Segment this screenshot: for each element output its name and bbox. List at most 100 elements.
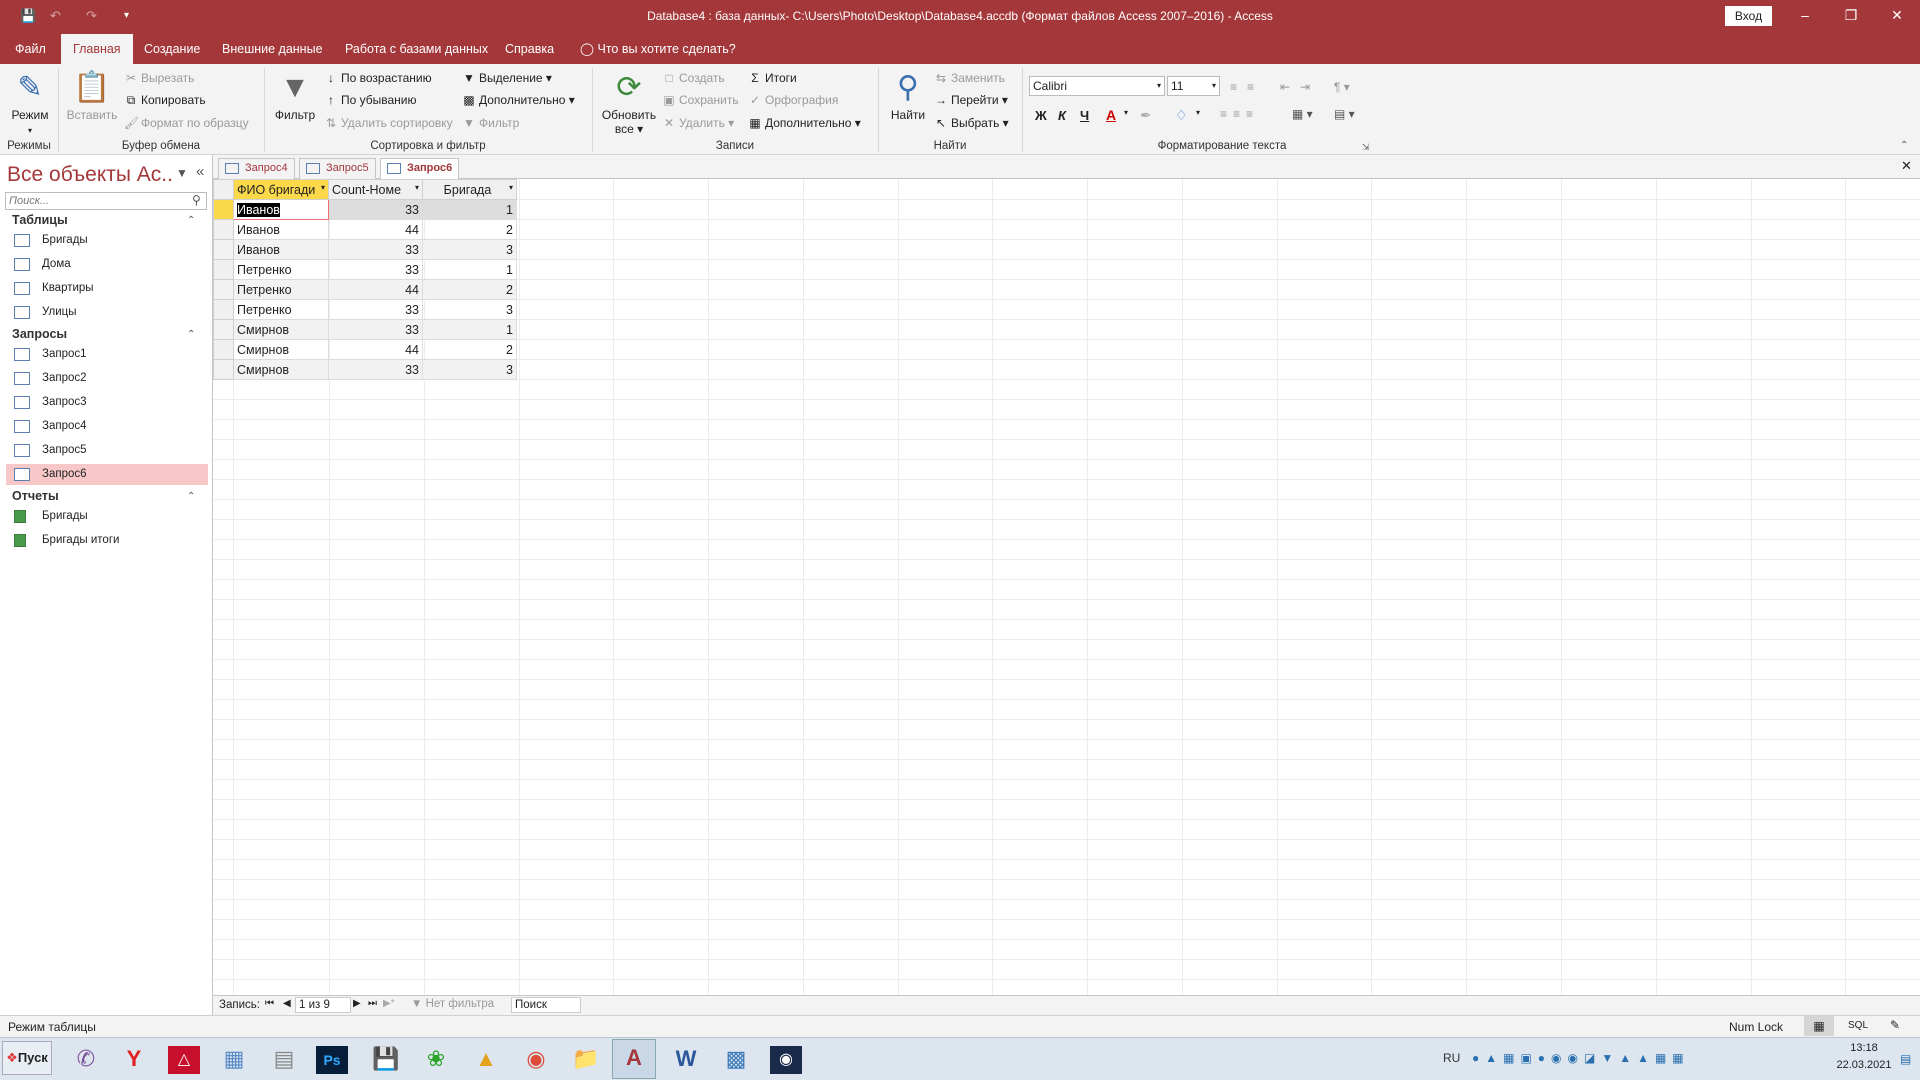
- sort-ascending-button[interactable]: ↓ По возрастанию: [324, 71, 432, 85]
- table-cell[interactable]: Смирнов: [233, 319, 329, 340]
- nav-item-table[interactable]: Бригады: [6, 230, 208, 251]
- save-record-button[interactable]: ▣ Сохранить: [662, 93, 738, 107]
- image-viewer-icon[interactable]: ▩: [714, 1041, 758, 1077]
- record-selector[interactable]: [213, 219, 234, 240]
- collapse-icon[interactable]: ⌃: [187, 329, 195, 340]
- goto-button[interactable]: → Перейти ▾: [934, 93, 1008, 107]
- more-records-button[interactable]: ▦ Дополнительно ▾: [748, 116, 860, 130]
- table-cell[interactable]: 2: [422, 279, 517, 300]
- font-color-icon[interactable]: A: [1106, 107, 1116, 123]
- nav-dropdown-icon[interactable]: ▼: [176, 166, 188, 180]
- paragraph-direction-icon[interactable]: ¶ ▾: [1334, 80, 1350, 94]
- table-cell[interactable]: 33: [328, 259, 423, 280]
- design-view-icon[interactable]: ✎: [1890, 1018, 1900, 1032]
- chevron-down-icon[interactable]: ▾: [509, 183, 513, 192]
- fill-color-icon[interactable]: ♢: [1175, 107, 1188, 124]
- record-selector[interactable]: [213, 279, 234, 300]
- section-reports[interactable]: Отчеты: [12, 489, 59, 503]
- close-document-icon[interactable]: ✕: [1901, 158, 1912, 174]
- collapse-ribbon-icon[interactable]: ⌃: [1900, 140, 1908, 151]
- sql-view-button[interactable]: SQL: [1848, 1020, 1868, 1031]
- table-cell[interactable]: 33: [328, 319, 423, 340]
- clock-date[interactable]: 22.03.2021: [1832, 1059, 1896, 1071]
- doc-tab-query6[interactable]: Запрос6: [380, 158, 460, 179]
- new-record-nav-icon[interactable]: ▶*: [383, 998, 395, 1009]
- column-header[interactable]: Бригада ▾: [422, 179, 517, 200]
- delete-record-button[interactable]: ✕ Удалить ▾: [662, 116, 734, 130]
- tab-database-tools[interactable]: Работа с базами данных: [333, 34, 500, 64]
- triangle-app-icon[interactable]: ▲: [464, 1041, 508, 1077]
- new-record-button[interactable]: □ Создать: [662, 71, 724, 85]
- dialog-launcher-icon[interactable]: ⇲: [1362, 142, 1370, 153]
- doc-tab-query4[interactable]: Запрос4: [218, 158, 295, 179]
- minimize-button[interactable]: –: [1782, 0, 1828, 32]
- table-cell[interactable]: Иванов: [233, 239, 329, 260]
- clock-time[interactable]: 13:18: [1842, 1042, 1886, 1054]
- language-indicator[interactable]: RU: [1443, 1051, 1460, 1065]
- table-cell[interactable]: 3: [422, 239, 517, 260]
- nav-item-query[interactable]: Запрос5: [6, 440, 208, 461]
- nav-item-report[interactable]: Бригады итоги: [6, 530, 208, 551]
- previous-record-icon[interactable]: ◀: [283, 998, 291, 1009]
- table-cell[interactable]: 33: [328, 199, 423, 220]
- refresh-all-button[interactable]: ⟳ Обновить все ▾: [598, 68, 660, 136]
- list-buttons[interactable]: ≡≡: [1230, 80, 1264, 94]
- start-button[interactable]: ❖Пуск: [2, 1041, 52, 1075]
- table-row[interactable]: Иванов 44 2: [213, 219, 517, 240]
- format-painter-button[interactable]: 🖌 Формат по образцу: [124, 116, 249, 130]
- chevron-down-icon[interactable]: ▾: [415, 183, 419, 192]
- nav-item-table[interactable]: Дома: [6, 254, 208, 275]
- table-cell[interactable]: 2: [422, 339, 517, 360]
- spelling-button[interactable]: ✓ Орфография: [748, 93, 838, 107]
- gridlines-icon[interactable]: ▦ ▾: [1292, 107, 1313, 121]
- record-selector[interactable]: [213, 339, 234, 360]
- table-cell[interactable]: 33: [328, 299, 423, 320]
- nav-item-query[interactable]: Запрос1: [6, 344, 208, 365]
- nav-item-report[interactable]: Бригады: [6, 506, 208, 527]
- table-cell[interactable]: Иванов: [233, 199, 329, 220]
- record-selector[interactable]: [213, 199, 234, 220]
- chevron-down-icon[interactable]: ▾: [1196, 108, 1200, 117]
- table-cell[interactable]: Смирнов: [233, 359, 329, 380]
- italic-button[interactable]: К: [1058, 108, 1066, 123]
- tab-home[interactable]: Главная: [61, 34, 133, 64]
- table-cell[interactable]: 3: [422, 299, 517, 320]
- table-row[interactable]: Петренко 33 1: [213, 259, 517, 280]
- tab-help[interactable]: Справка: [493, 34, 566, 64]
- highlight-icon[interactable]: ✒: [1140, 107, 1152, 124]
- signin-button[interactable]: Вход: [1725, 6, 1772, 26]
- font-name-box[interactable]: Calibri ▾: [1029, 76, 1165, 96]
- show-desktop-icon[interactable]: ▤: [1900, 1052, 1911, 1066]
- copy-button[interactable]: ⧉ Копировать: [124, 93, 206, 108]
- media-app-icon[interactable]: ❀: [414, 1041, 458, 1077]
- file-explorer-icon[interactable]: 📁: [564, 1041, 608, 1077]
- totals-button[interactable]: Σ Итоги: [748, 71, 796, 85]
- selection-button[interactable]: ▼ Выделение ▾: [462, 71, 552, 85]
- indent-buttons[interactable]: ⇤⇥: [1280, 80, 1320, 94]
- table-row[interactable]: Иванов 33 3: [213, 239, 517, 260]
- access-app-icon[interactable]: A: [612, 1039, 656, 1079]
- sort-descending-button[interactable]: ↑ По убыванию: [324, 93, 417, 107]
- archive-icon[interactable]: ▤: [262, 1041, 306, 1077]
- select-all-corner[interactable]: [213, 179, 234, 200]
- table-cell[interactable]: Петренко: [233, 299, 329, 320]
- table-row[interactable]: Петренко 33 3: [213, 299, 517, 320]
- select-button[interactable]: ↖ Выбрать ▾: [934, 116, 1009, 130]
- record-position-input[interactable]: 1 из 9: [295, 997, 351, 1013]
- tray-icons[interactable]: ●▲▦▣●◉◉◪▼▲▲▦▦: [1472, 1051, 1690, 1065]
- viber-icon[interactable]: ✆: [64, 1041, 108, 1077]
- record-selector[interactable]: [213, 299, 234, 320]
- font-size-box[interactable]: 11 ▾: [1167, 76, 1220, 96]
- save-app-icon[interactable]: 💾: [364, 1041, 408, 1077]
- photoshop-icon[interactable]: Ps: [316, 1046, 348, 1074]
- restore-button[interactable]: ❐: [1828, 0, 1874, 32]
- table-cell[interactable]: 44: [328, 339, 423, 360]
- nav-item-table[interactable]: Улицы: [6, 302, 208, 323]
- toggle-filter-button[interactable]: ▼ Фильтр: [462, 116, 519, 130]
- table-cell[interactable]: 2: [422, 219, 517, 240]
- screenshot-app-icon[interactable]: ◉: [770, 1046, 802, 1074]
- chrome-icon[interactable]: ◉: [514, 1041, 558, 1077]
- table-cell[interactable]: Смирнов: [233, 339, 329, 360]
- collapse-icon[interactable]: ⌃: [187, 215, 195, 226]
- record-selector[interactable]: [213, 239, 234, 260]
